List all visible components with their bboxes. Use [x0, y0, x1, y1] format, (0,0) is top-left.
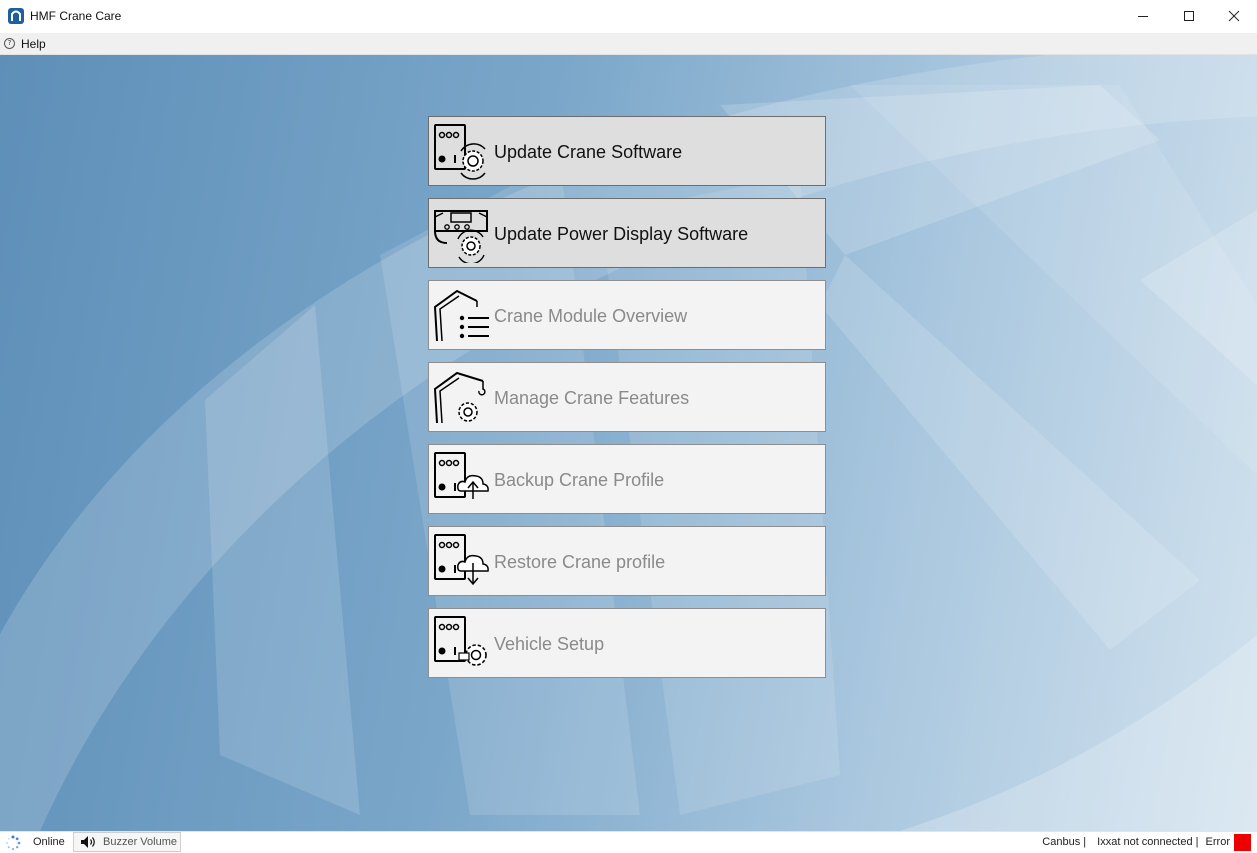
main-area: Update Crane Software Update Power Displ…: [0, 55, 1257, 831]
controller-gear-icon: [434, 124, 486, 180]
buzzer-volume-label: Buzzer Volume: [103, 836, 177, 848]
backup-crane-profile-button[interactable]: Backup Crane Profile: [428, 444, 826, 514]
tile-label: Manage Crane Features: [494, 388, 690, 408]
buzzer-volume-button[interactable]: Buzzer Volume: [73, 832, 181, 852]
minimize-button[interactable]: [1120, 0, 1166, 31]
minimize-icon: [1138, 15, 1148, 17]
tile-label: Vehicle Setup: [494, 634, 605, 654]
update-crane-software-button[interactable]: Update Crane Software: [428, 116, 826, 186]
tile-label: Restore Crane profile: [494, 552, 666, 572]
window-title: HMF Crane Care: [30, 9, 122, 23]
close-icon: [1228, 10, 1240, 21]
error-state-label: Error: [1205, 836, 1230, 848]
crane-list-icon: [433, 289, 489, 342]
adapter-status: Ixxat not connected |: [1097, 836, 1199, 848]
app-logo-icon: [8, 8, 24, 24]
canbus-label: Canbus |: [1042, 836, 1087, 848]
title-bar: HMF Crane Care: [0, 0, 1257, 33]
crane-module-overview-button[interactable]: Crane Module Overview: [428, 280, 826, 350]
tile-label: Update Crane Software: [494, 142, 683, 162]
loading-spinner-icon: [6, 835, 21, 851]
maximize-button[interactable]: [1166, 0, 1212, 31]
menu-bar: ? Help: [0, 33, 1257, 55]
status-bar: Online Buzzer Volume Canbus | Ixxat not …: [0, 831, 1257, 853]
vehicle-setup-button[interactable]: Vehicle Setup: [428, 608, 826, 678]
error-indicator: [1234, 834, 1251, 851]
crane-gear-icon: [433, 371, 486, 424]
controller-cloud-upload-icon: [434, 452, 489, 499]
restore-crane-profile-button[interactable]: Restore Crane profile: [428, 526, 826, 596]
help-menu-label: Help: [21, 36, 46, 51]
connection-status: Online: [33, 836, 65, 848]
close-button[interactable]: [1211, 0, 1257, 31]
speaker-icon: [81, 836, 95, 848]
connection-info: Canbus | Ixxat not connected | Error: [1042, 836, 1230, 848]
power-display-gear-icon: [434, 210, 488, 263]
controller-truck-gear-icon: [434, 616, 487, 666]
tile-label: Backup Crane Profile: [494, 470, 665, 490]
manage-crane-features-button[interactable]: Manage Crane Features: [428, 362, 826, 432]
tile-label: Update Power Display Software: [494, 224, 749, 244]
help-menu[interactable]: ? Help: [4, 36, 46, 51]
update-power-display-software-button[interactable]: Update Power Display Software: [428, 198, 826, 268]
tile-label: Crane Module Overview: [494, 306, 688, 326]
maximize-icon: [1184, 10, 1194, 21]
help-icon: ?: [4, 38, 15, 49]
controller-cloud-download-icon: [434, 534, 489, 586]
